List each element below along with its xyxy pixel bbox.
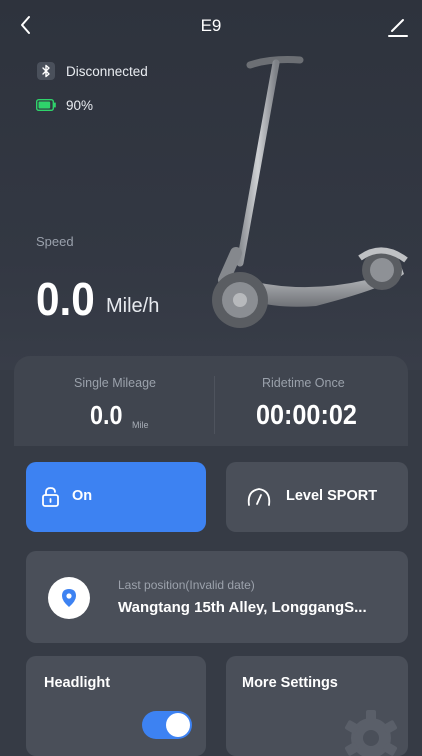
ridetime-label: Ridetime Once [262, 376, 345, 390]
gear-icon [344, 710, 398, 756]
unlock-icon [42, 487, 59, 507]
speed-level-label: Level SPORT [286, 488, 378, 504]
last-position-card[interactable]: Last position(Invalid date) Wangtang 15t… [26, 551, 408, 643]
location-pin-icon [62, 589, 76, 607]
speed-value: 0.0 [36, 273, 95, 325]
bluetooth-icon [36, 62, 56, 80]
speed-unit: Mile/h [106, 295, 160, 317]
scooter-image [212, 56, 408, 328]
ride-stats-card: Single Mileage 0.0 Mile Ridetime Once 00… [14, 356, 408, 446]
ridetime-value: 00:00:02 [256, 399, 357, 430]
speedometer-icon [247, 488, 271, 506]
last-position-label: Last position(Invalid date) [118, 578, 255, 592]
top-bar: E9 [0, 0, 422, 52]
more-settings-button[interactable]: More Settings [226, 656, 408, 756]
single-mileage-label: Single Mileage [74, 376, 156, 390]
lock-status-label: On [72, 488, 93, 504]
more-settings-label: More Settings [242, 675, 338, 691]
battery-level-label: 90% [66, 97, 94, 113]
headlight-label: Headlight [44, 675, 111, 691]
edit-button[interactable] [384, 12, 412, 40]
speed-label: Speed [36, 234, 74, 249]
bluetooth-status-label: Disconnected [66, 63, 148, 79]
location-pin-badge [48, 577, 90, 619]
stats-divider [214, 376, 215, 434]
battery-status: 90% [36, 97, 93, 113]
battery-icon [36, 97, 56, 113]
single-mileage-unit: Mile [132, 420, 149, 430]
page-title: E9 [200, 16, 222, 35]
single-mileage-value: 0.0 [90, 400, 123, 430]
headlight-toggle[interactable] [142, 711, 192, 739]
headlight-tile: Headlight [26, 656, 206, 756]
last-position-address: Wangtang 15th Alley, LonggangS... [118, 599, 367, 616]
pencil-icon [388, 19, 408, 37]
scooter-hero: E9 Disconnected 90% Speed 0.0 Mile/h [0, 0, 422, 370]
speed-level-button[interactable]: Level SPORT [226, 462, 408, 532]
lock-toggle-button[interactable]: On [26, 462, 206, 532]
bluetooth-status: Disconnected [36, 62, 148, 80]
toggle-knob [166, 713, 190, 737]
